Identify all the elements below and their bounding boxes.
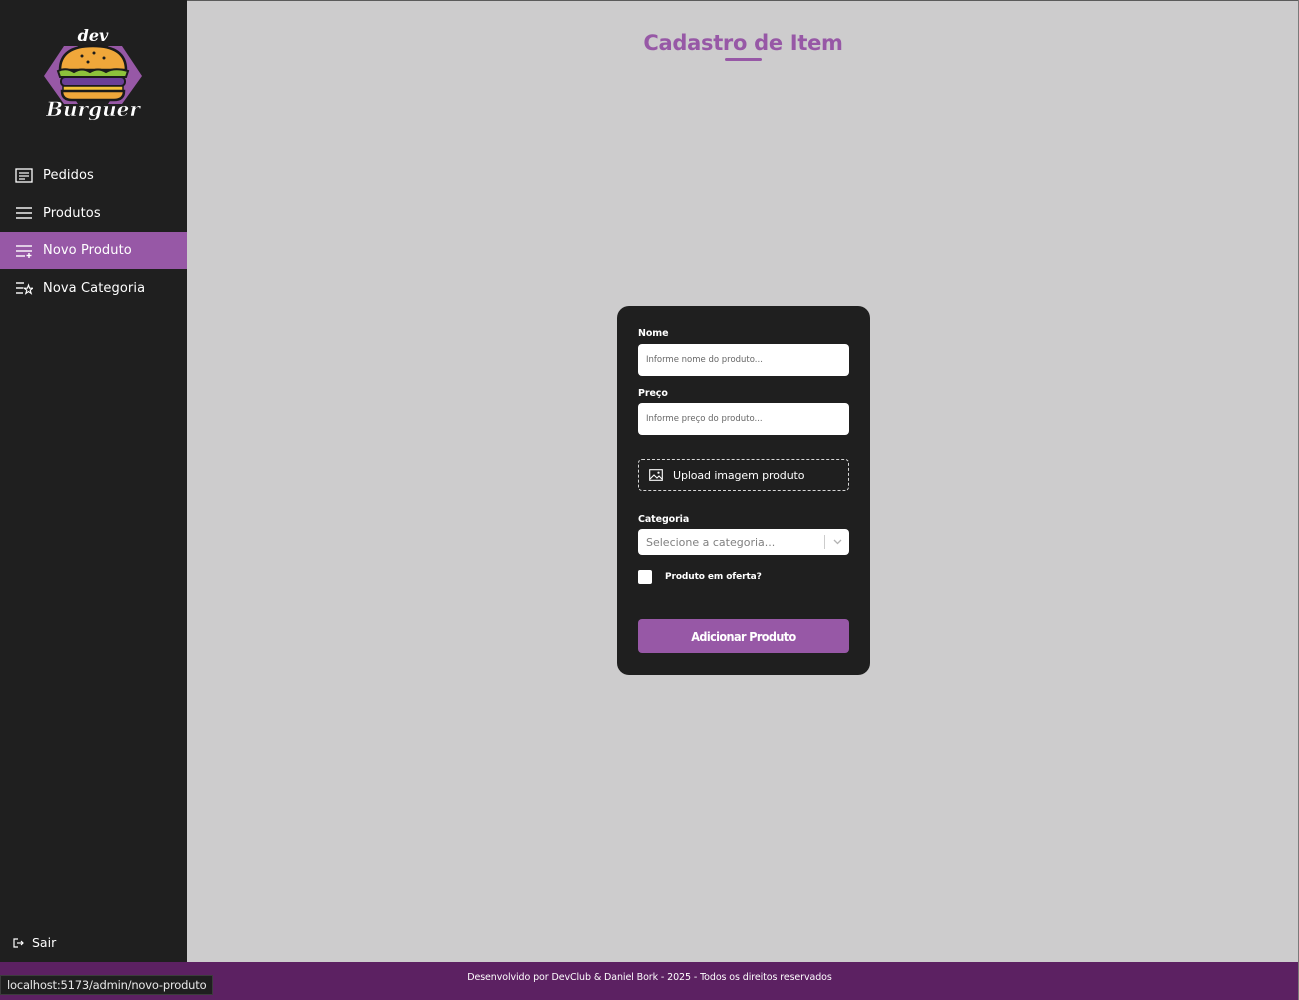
- star-list-icon: [14, 279, 34, 297]
- offer-label: Produto em oferta?: [665, 572, 762, 582]
- add-list-icon: [14, 242, 34, 260]
- logout-icon: [13, 937, 25, 949]
- sidebar-item-label: Nova Categoria: [43, 280, 146, 296]
- add-product-button[interactable]: Adicionar Produto: [638, 619, 849, 653]
- sidebar-item-nova-categoria[interactable]: Nova Categoria: [0, 270, 187, 307]
- upload-image-button[interactable]: Upload imagem produto: [638, 459, 849, 491]
- image-icon: [649, 469, 663, 481]
- sidebar-item-produtos[interactable]: Produtos: [0, 195, 187, 232]
- category-label: Categoria: [638, 514, 690, 525]
- title-underline: [725, 58, 762, 61]
- dev-burguer-logo[interactable]: dev Burguer: [34, 24, 152, 124]
- chevron-down-icon[interactable]: [825, 539, 849, 545]
- name-input[interactable]: [638, 344, 849, 376]
- price-input[interactable]: [638, 403, 849, 435]
- sidebar-item-pedidos[interactable]: Pedidos: [0, 157, 187, 194]
- window-top-border: [0, 0, 1299, 1]
- sidebar-item-label: Produtos: [43, 205, 101, 221]
- category-select[interactable]: Selecione a categoria...: [638, 529, 849, 555]
- status-bar-url: localhost:5173/admin/novo-produto: [0, 975, 214, 995]
- sidebar-item-label: Pedidos: [43, 168, 94, 183]
- offer-row: Produto em oferta?: [638, 570, 762, 584]
- page-title: Cadastro de Item: [643, 31, 843, 55]
- category-select-value: Selecione a categoria...: [646, 535, 776, 549]
- price-label: Preço: [638, 388, 668, 399]
- name-label: Nome: [638, 328, 669, 339]
- offer-checkbox[interactable]: [638, 570, 652, 584]
- svg-text:Burguer: Burguer: [45, 97, 141, 121]
- sidebar: dev Burguer Pedidos Produtos Novo Produt…: [0, 0, 187, 962]
- list-icon: [14, 204, 34, 222]
- sidebar-nav: Pedidos Produtos Novo Produto Nova Categ…: [0, 157, 187, 307]
- receipt-icon: [14, 167, 34, 185]
- upload-label: Upload imagem produto: [673, 468, 805, 482]
- svg-text:dev: dev: [78, 26, 109, 45]
- sidebar-item-label: Novo Produto: [43, 243, 132, 258]
- logout-label: Sair: [32, 935, 57, 950]
- product-form: Nome Preço Upload imagem produto Categor…: [617, 306, 870, 675]
- sidebar-item-novo-produto[interactable]: Novo Produto: [0, 232, 187, 269]
- logout-button[interactable]: Sair: [13, 935, 56, 950]
